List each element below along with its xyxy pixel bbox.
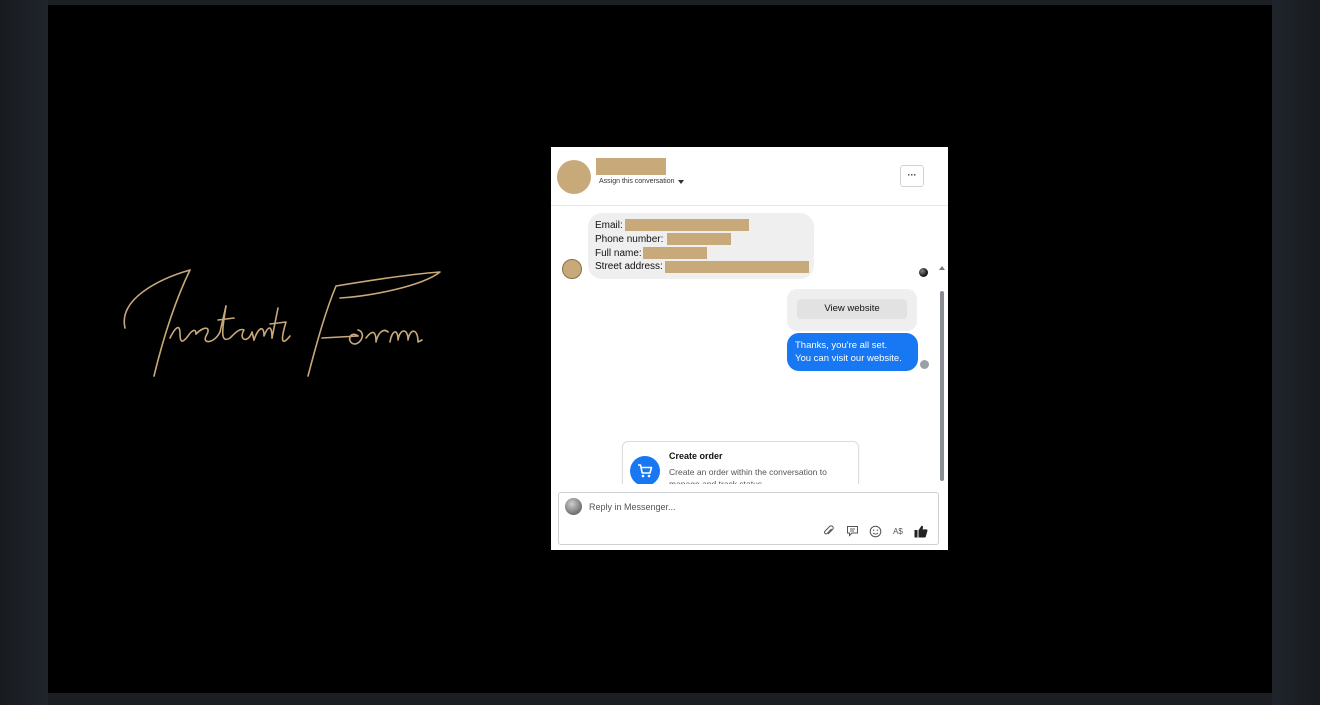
outgoing-line-2: You can visit our website. bbox=[795, 353, 902, 364]
caret-down-icon bbox=[678, 179, 685, 184]
street-address-redacted bbox=[665, 261, 809, 273]
full-name-redacted bbox=[643, 247, 707, 259]
currency-icon[interactable]: A$ bbox=[891, 527, 905, 536]
reply-composer: A$ bbox=[558, 492, 939, 545]
view-website-button[interactable]: View website bbox=[797, 299, 907, 319]
right-backdrop bbox=[1272, 0, 1320, 705]
read-receipt-avatar bbox=[920, 360, 929, 369]
full-name-label: Full name: bbox=[595, 248, 642, 259]
scroll-up-arrow[interactable] bbox=[939, 266, 945, 270]
phone-label: Phone number: bbox=[595, 234, 664, 245]
saved-reply-icon[interactable] bbox=[845, 524, 859, 538]
current-user-avatar bbox=[565, 498, 582, 515]
lead-form-message: Email: Phone number: Full name: Street a… bbox=[588, 213, 814, 279]
contact-name-redacted bbox=[596, 158, 666, 175]
phone-redacted bbox=[667, 233, 731, 245]
website-button-card: View website bbox=[787, 289, 917, 331]
scrollbar-thumb[interactable] bbox=[940, 291, 944, 481]
outgoing-line-1: Thanks, you're all set. bbox=[795, 340, 888, 351]
cart-icon bbox=[630, 456, 660, 484]
outgoing-message: Thanks, you're all set. You can visit ou… bbox=[787, 333, 918, 371]
email-redacted bbox=[625, 219, 749, 231]
slide-title: Instant Form bbox=[122, 258, 452, 398]
create-order-description: Create an order within the conversation … bbox=[669, 467, 827, 484]
assign-conversation-dropdown[interactable]: Assign this conversation bbox=[599, 178, 685, 185]
reply-input[interactable] bbox=[589, 499, 909, 515]
messenger-panel: Assign this conversation ··· Email: Phon… bbox=[551, 147, 948, 550]
paperclip-icon[interactable] bbox=[822, 524, 836, 538]
emoji-icon[interactable] bbox=[868, 524, 882, 538]
sender-avatar bbox=[562, 259, 582, 279]
street-address-label: Street address: bbox=[595, 261, 663, 272]
thumbs-up-icon[interactable] bbox=[914, 524, 928, 538]
script-lettering bbox=[123, 269, 441, 377]
contact-avatar[interactable] bbox=[557, 160, 591, 194]
message-thread: Email: Phone number: Full name: Street a… bbox=[551, 206, 948, 484]
left-backdrop bbox=[0, 0, 48, 705]
conversation-header: Assign this conversation ··· bbox=[551, 147, 948, 206]
seen-indicator-icon bbox=[919, 268, 928, 277]
composer-toolbar: A$ bbox=[822, 524, 928, 538]
email-label: Email: bbox=[595, 220, 623, 231]
create-order-card[interactable]: Create order Create an order within the … bbox=[622, 441, 859, 484]
more-options-button[interactable]: ··· bbox=[900, 165, 924, 187]
assign-label: Assign this conversation bbox=[599, 178, 675, 185]
create-order-title: Create order bbox=[669, 451, 723, 461]
